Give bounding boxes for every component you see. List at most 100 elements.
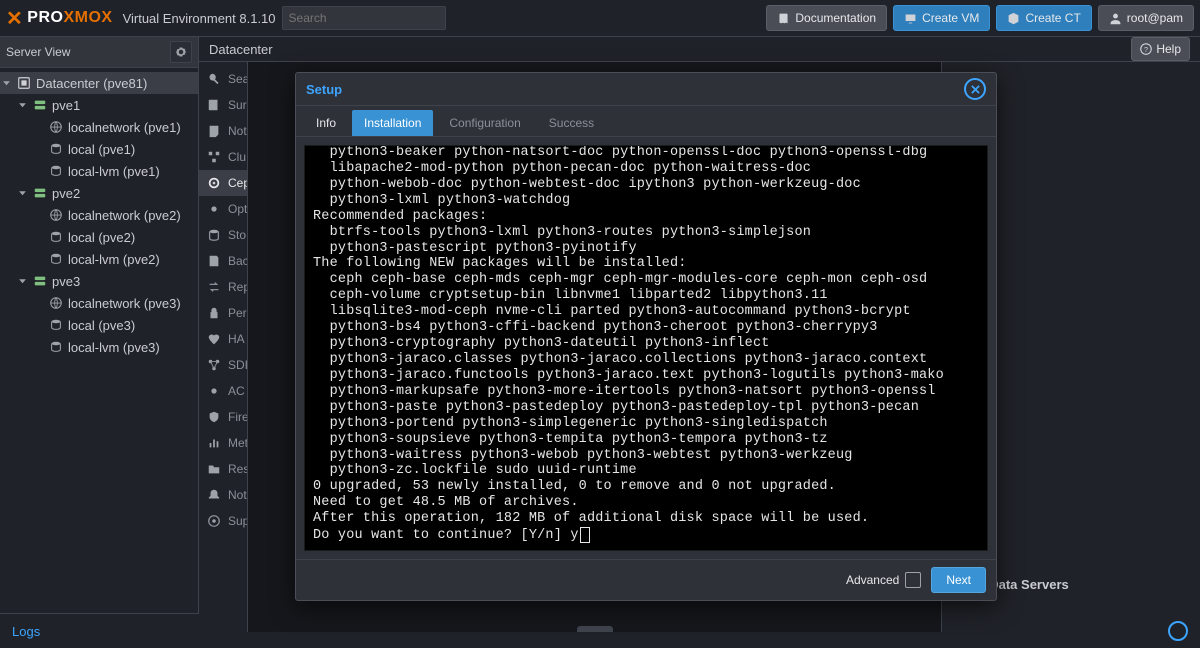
nav-label: SDI bbox=[228, 358, 248, 372]
next-button[interactable]: Next bbox=[931, 567, 986, 593]
modal-title: Setup bbox=[306, 82, 342, 97]
expand-icon[interactable] bbox=[16, 275, 28, 287]
nav-label: Not bbox=[228, 124, 247, 138]
network-icon bbox=[48, 119, 64, 135]
user-menu-button[interactable]: root@pam bbox=[1098, 5, 1194, 31]
create-vm-button[interactable]: Create VM bbox=[893, 5, 990, 31]
breadcrumb-bar: Datacenter ? Help bbox=[199, 37, 1200, 62]
tree-storage[interactable]: local-lvm (pve2) bbox=[0, 248, 198, 270]
nav-cluster[interactable]: Clu bbox=[199, 144, 247, 170]
nav-acme[interactable]: AC bbox=[199, 378, 247, 404]
tree-settings-button[interactable] bbox=[170, 41, 192, 63]
nav-label: Sur bbox=[228, 98, 247, 112]
tree-label: local-lvm (pve3) bbox=[68, 340, 160, 355]
tree-storage[interactable]: local (pve2) bbox=[0, 226, 198, 248]
disk-icon bbox=[48, 251, 64, 267]
global-search-input[interactable] bbox=[282, 6, 446, 30]
nav-metrics[interactable]: Met bbox=[199, 430, 247, 456]
breadcrumb: Datacenter bbox=[209, 42, 273, 57]
user-icon bbox=[1109, 12, 1122, 25]
nav-label: Sup bbox=[228, 514, 248, 528]
modal-footer: Advanced Next bbox=[296, 559, 996, 600]
tab-installation[interactable]: Installation bbox=[352, 110, 433, 136]
product-suffix: Virtual Environment 8.1.10 bbox=[123, 11, 276, 26]
tree-label: local (pve1) bbox=[68, 142, 135, 157]
create-ct-button[interactable]: Create CT bbox=[996, 5, 1091, 31]
tree-storage[interactable]: local-lvm (pve3) bbox=[0, 336, 198, 358]
help-label: Help bbox=[1156, 42, 1181, 56]
tab-success[interactable]: Success bbox=[537, 110, 606, 136]
datacenter-icon bbox=[16, 75, 32, 91]
nav-options[interactable]: Opt bbox=[199, 196, 247, 222]
documentation-label: Documentation bbox=[795, 11, 876, 25]
nav-label: Clu bbox=[228, 150, 246, 164]
work-area: Setup InfoInstallationConfigurationSucce… bbox=[248, 62, 941, 632]
disk-icon bbox=[48, 163, 64, 179]
tree-label: pve1 bbox=[52, 98, 80, 113]
tree-node-pve1[interactable]: pve1 bbox=[0, 94, 198, 116]
nav-support[interactable]: Sup bbox=[199, 508, 247, 534]
book-icon bbox=[777, 12, 790, 25]
tree-storage[interactable]: local (pve3) bbox=[0, 314, 198, 336]
nav-notes[interactable]: Not bbox=[199, 118, 247, 144]
monitor-icon bbox=[904, 12, 917, 25]
expand-icon[interactable] bbox=[16, 99, 28, 111]
install-terminal[interactable]: python3-beaker python-natsort-doc python… bbox=[304, 145, 988, 551]
documentation-button[interactable]: Documentation bbox=[766, 5, 887, 31]
logo-x-icon: ✕ bbox=[6, 6, 23, 31]
view-selector-label: Server View bbox=[6, 45, 70, 59]
nav-resources[interactable]: Res bbox=[199, 456, 247, 482]
modal-close-button[interactable] bbox=[964, 78, 986, 100]
nav-label: Rep bbox=[228, 280, 248, 294]
nav-ceph[interactable]: Cep bbox=[199, 170, 247, 196]
tree-storage[interactable]: localnetwork (pve3) bbox=[0, 292, 198, 314]
nav-summary[interactable]: Sur bbox=[199, 92, 247, 118]
resource-tree-panel: Server View Datacenter (pve81) pve1 localn… bbox=[0, 37, 199, 613]
disk-icon bbox=[48, 141, 64, 157]
tree-storage[interactable]: local (pve1) bbox=[0, 138, 198, 160]
create-vm-label: Create VM bbox=[922, 11, 979, 25]
help-icon: ? bbox=[1140, 43, 1152, 55]
nav-label: Sea bbox=[228, 72, 248, 86]
nav-label: Res bbox=[228, 462, 248, 476]
tree-datacenter[interactable]: Datacenter (pve81) bbox=[0, 72, 198, 94]
nav-label: AC bbox=[228, 384, 245, 398]
nav-label: Sto bbox=[228, 228, 246, 242]
tree-label: localnetwork (pve2) bbox=[68, 208, 181, 223]
svg-text:?: ? bbox=[1144, 45, 1148, 54]
tree-label: local (pve2) bbox=[68, 230, 135, 245]
server-icon bbox=[32, 97, 48, 113]
expand-icon[interactable] bbox=[0, 77, 12, 89]
disk-icon bbox=[48, 317, 64, 333]
expand-icon[interactable] bbox=[16, 187, 28, 199]
nav-backup[interactable]: Bac bbox=[199, 248, 247, 274]
nav-replication[interactable]: Rep bbox=[199, 274, 247, 300]
nav-ha[interactable]: HA bbox=[199, 326, 247, 352]
tree-storage[interactable]: localnetwork (pve2) bbox=[0, 204, 198, 226]
tab-info[interactable]: Info bbox=[304, 110, 348, 136]
splitter-handle[interactable] bbox=[577, 626, 613, 632]
nav-label: Bac bbox=[228, 254, 248, 268]
tree-storage[interactable]: local-lvm (pve1) bbox=[0, 160, 198, 182]
nav-storage[interactable]: Sto bbox=[199, 222, 247, 248]
nav-search[interactable]: Sea bbox=[199, 66, 247, 92]
advanced-label: Advanced bbox=[846, 573, 899, 587]
advanced-toggle[interactable]: Advanced bbox=[846, 572, 921, 588]
help-button[interactable]: ? Help bbox=[1131, 37, 1190, 61]
log-status-icon bbox=[1168, 621, 1188, 641]
view-selector[interactable]: Server View bbox=[0, 37, 198, 68]
tree-node-pve3[interactable]: pve3 bbox=[0, 270, 198, 292]
tree-storage[interactable]: localnetwork (pve1) bbox=[0, 116, 198, 138]
nav-label: Met bbox=[228, 436, 248, 450]
tree-node-pve2[interactable]: pve2 bbox=[0, 182, 198, 204]
nav-notify[interactable]: Not bbox=[199, 482, 247, 508]
nav-firewall[interactable]: Fire bbox=[199, 404, 247, 430]
nav-permissions[interactable]: Per bbox=[199, 300, 247, 326]
advanced-checkbox[interactable] bbox=[905, 572, 921, 588]
nav-sdn[interactable]: SDI bbox=[199, 352, 247, 378]
logo-text: PROXMOX bbox=[27, 9, 112, 27]
disk-icon bbox=[48, 339, 64, 355]
tab-configuration[interactable]: Configuration bbox=[437, 110, 532, 136]
tree-label: local-lvm (pve2) bbox=[68, 252, 160, 267]
gear-icon bbox=[175, 46, 187, 58]
